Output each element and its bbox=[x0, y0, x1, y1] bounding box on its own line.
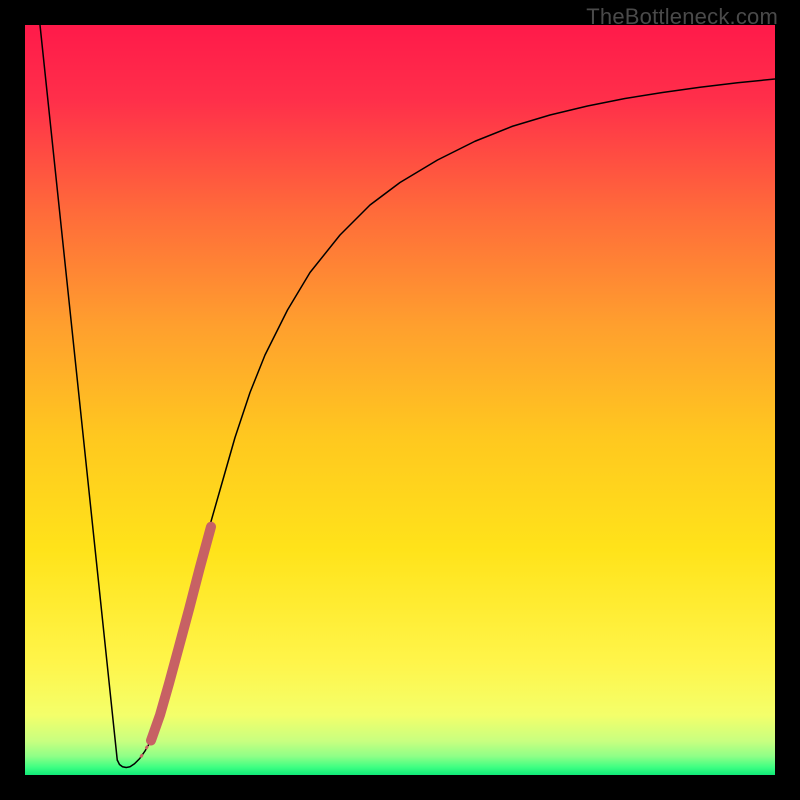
chart-frame: TheBottleneck.com bbox=[0, 0, 800, 800]
chart-plot bbox=[25, 25, 775, 775]
chart-background bbox=[25, 25, 775, 775]
